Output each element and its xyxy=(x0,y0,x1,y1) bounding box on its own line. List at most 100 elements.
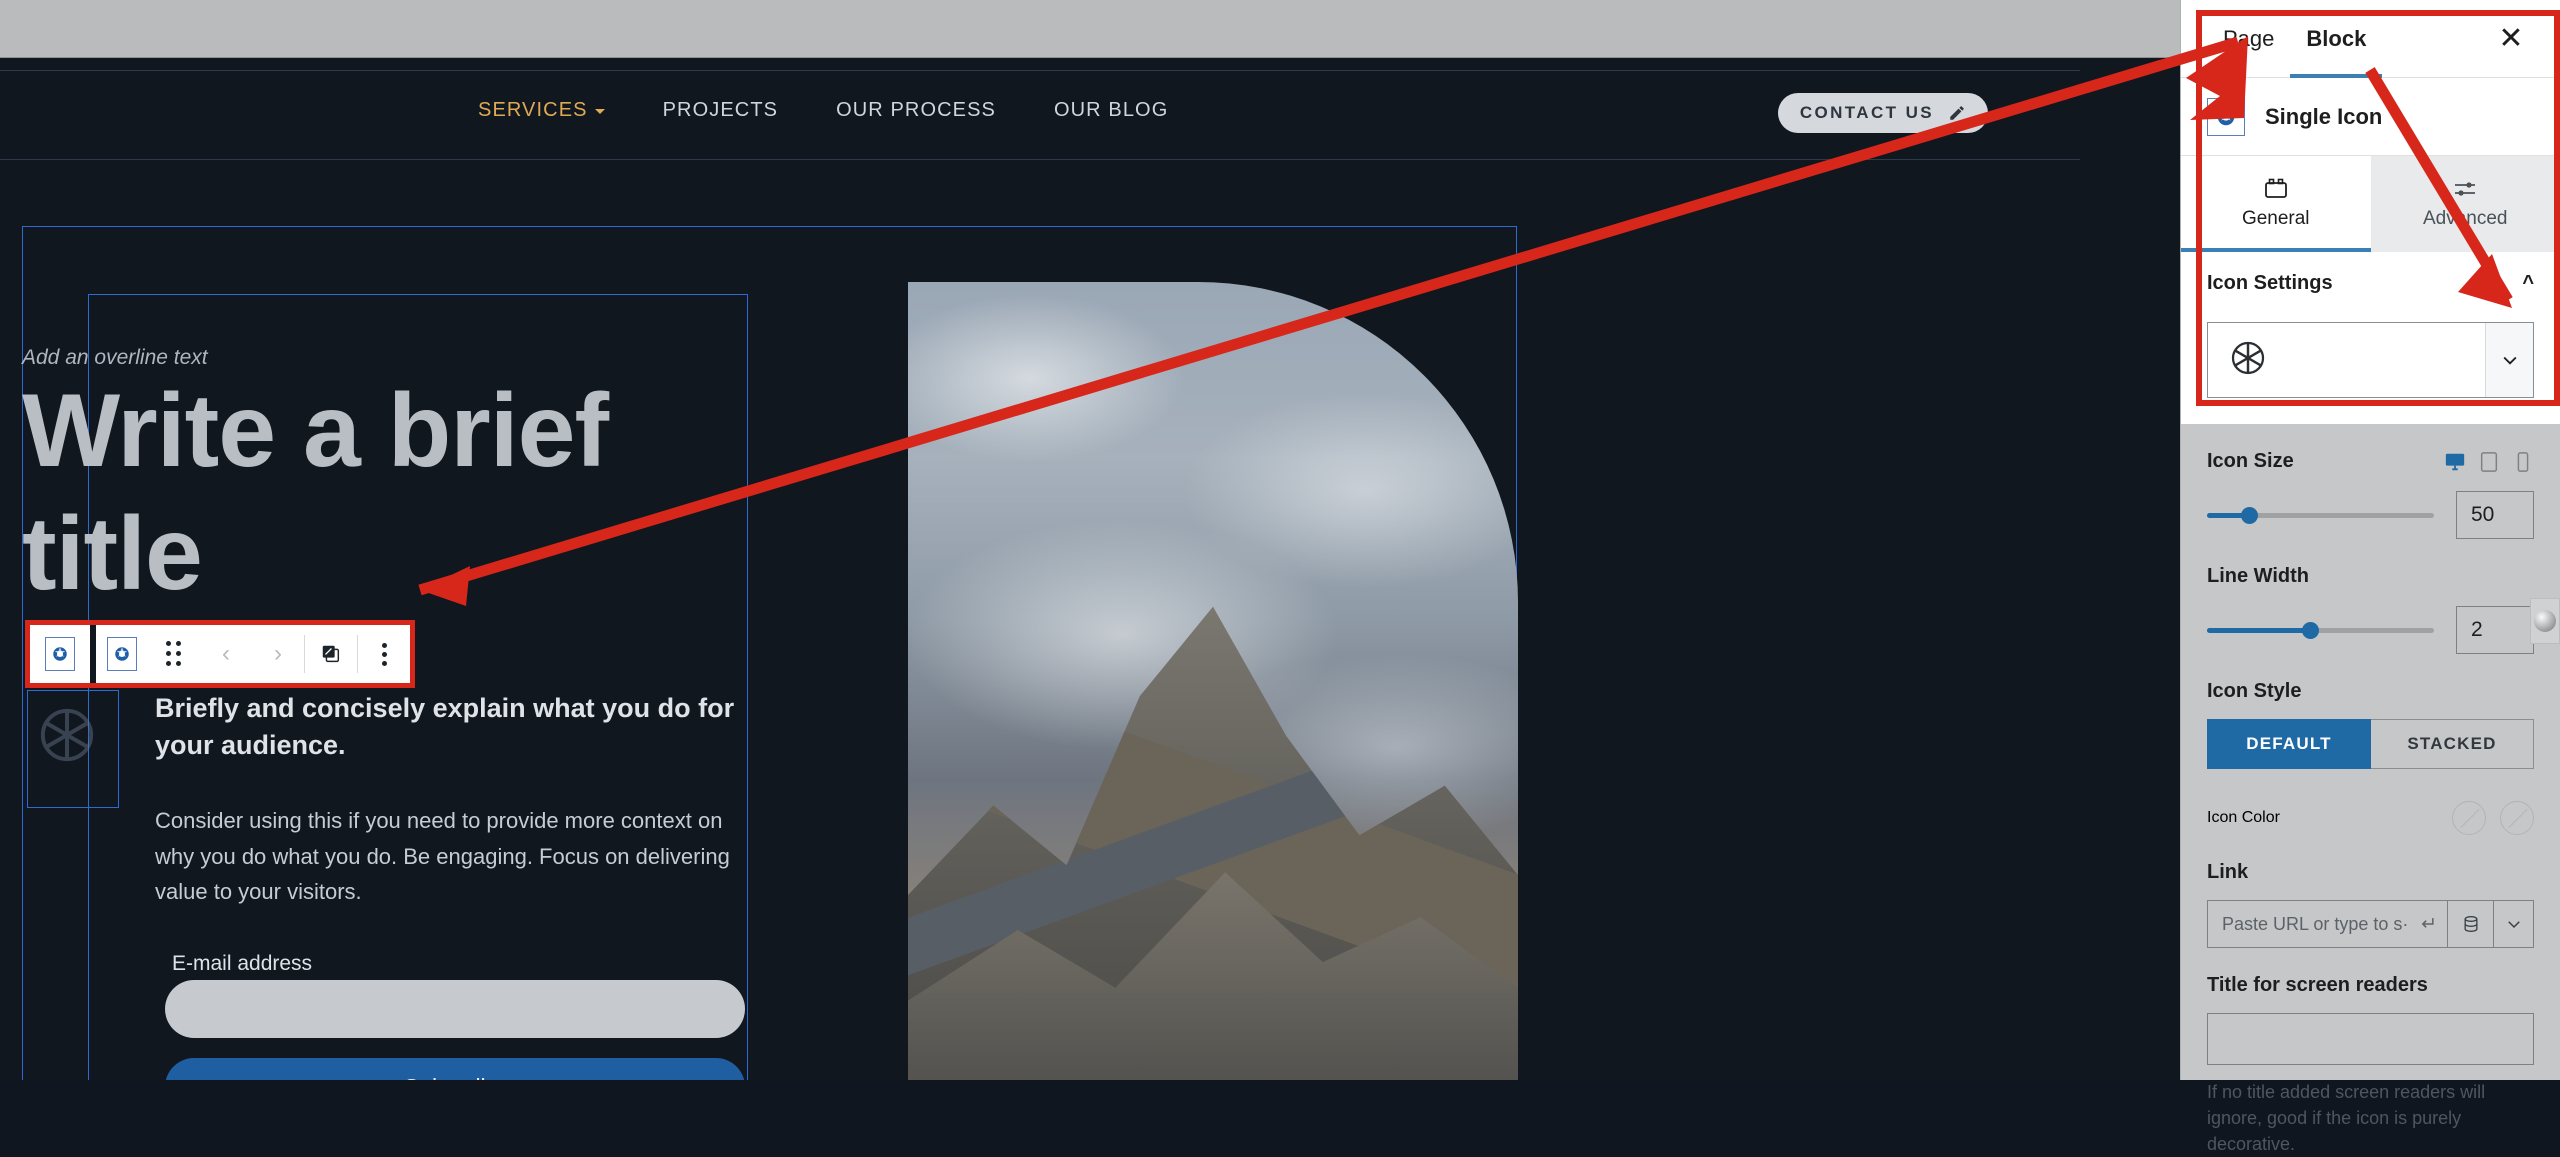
aperture-block-icon xyxy=(113,645,131,663)
hero-lead-text[interactable]: Briefly and concisely explain what you d… xyxy=(155,690,755,765)
block-toolbar[interactable]: ‹ › xyxy=(25,620,415,688)
block-type-button[interactable] xyxy=(45,637,75,671)
line-width-label: Line Width xyxy=(2207,565,2309,588)
slider-thumb[interactable] xyxy=(2241,507,2258,524)
nav-item-our-blog[interactable]: OUR BLOG xyxy=(1054,99,1168,122)
move-left-button[interactable]: ‹ xyxy=(200,625,252,683)
line-width-field: Line Width 2 xyxy=(2207,539,2534,654)
contact-us-button[interactable]: CONTACT US xyxy=(1778,93,1988,133)
nav-item-label: OUR BLOG xyxy=(1054,99,1168,122)
block-toolbar-actions-group[interactable]: ‹ › xyxy=(96,625,410,683)
block-brick-icon xyxy=(2263,178,2289,200)
sidebar-tabs: Page Block ✕ xyxy=(2181,0,2560,78)
hero-overline[interactable]: Add an overline text xyxy=(22,346,208,370)
nav-item-label: OUR PROCESS xyxy=(836,99,996,122)
color-swatch-none-2[interactable] xyxy=(2500,801,2534,835)
icon-size-slider[interactable] xyxy=(2207,504,2434,526)
line-width-label-row: Line Width xyxy=(2207,565,2534,588)
os-title-bar xyxy=(0,0,2560,58)
sidebar-settings-body: Icon Size xyxy=(2181,424,2560,1157)
chevron-down-icon xyxy=(595,109,605,114)
icon-size-slider-row: 50 xyxy=(2207,491,2534,539)
subscribe-button[interactable]: Subscribe xyxy=(165,1058,745,1080)
chevron-right-icon: › xyxy=(274,642,282,666)
icon-size-label-row: Icon Size xyxy=(2207,450,2534,473)
vertical-dots-icon xyxy=(382,643,387,666)
edit-copy-icon xyxy=(320,643,342,665)
edit-block-button[interactable] xyxy=(305,625,357,683)
more-options-button[interactable] xyxy=(358,625,410,683)
icon-size-value[interactable]: 50 xyxy=(2456,491,2534,539)
chevron-down-icon xyxy=(2500,350,2520,370)
slider-fill xyxy=(2207,628,2309,633)
email-field-label: E-mail address xyxy=(172,952,312,976)
block-name-label: Single Icon xyxy=(2265,104,2382,130)
block-toolbar-type-group[interactable] xyxy=(30,625,90,683)
icon-style-label: Icon Style xyxy=(2207,680,2534,703)
block-icon-preview xyxy=(2207,98,2245,136)
panel-tab-label: Advanced xyxy=(2423,208,2508,230)
icon-picker-dropdown-button[interactable] xyxy=(2485,323,2533,397)
icon-size-label: Icon Size xyxy=(2207,450,2294,473)
chevron-up-icon[interactable]: ^ xyxy=(2522,272,2534,295)
screen-reader-title-label: Title for screen readers xyxy=(2207,974,2534,997)
nav-item-projects[interactable]: PROJECTS xyxy=(663,99,778,122)
hero-title[interactable]: Write a brief title xyxy=(22,370,782,615)
drag-handle[interactable] xyxy=(148,625,200,683)
line-width-slider-row: 2 xyxy=(2207,606,2534,654)
panel-tab-advanced[interactable]: Advanced xyxy=(2371,156,2560,252)
screen-reader-title-field: Title for screen readers If no title add… xyxy=(2207,948,2534,1157)
sliders-icon xyxy=(2452,178,2478,200)
aperture-block-icon xyxy=(2215,106,2237,128)
icon-color-label: Icon Color xyxy=(2207,809,2280,827)
move-right-button[interactable]: › xyxy=(252,625,304,683)
tab-block[interactable]: Block xyxy=(2290,0,2382,78)
tab-page[interactable]: Page xyxy=(2207,0,2290,78)
color-swatch-none-1[interactable] xyxy=(2452,801,2486,835)
sidebar-top-white-area: Page Block ✕ Single Icon Gene xyxy=(2181,0,2560,424)
site-header: SERVICES PROJECTS OUR PROCESS OUR BLOG C… xyxy=(0,70,2080,160)
icon-color-field: Icon Color xyxy=(2207,769,2534,835)
line-width-slider[interactable] xyxy=(2207,619,2434,641)
selected-block-row: Single Icon xyxy=(2181,78,2560,156)
icon-picker[interactable] xyxy=(2207,322,2534,398)
link-expand-button[interactable] xyxy=(2494,900,2534,948)
nav-item-label: PROJECTS xyxy=(663,99,778,122)
database-icon xyxy=(2461,914,2481,934)
link-input[interactable]: Paste URL or type to s· xyxy=(2207,900,2448,948)
link-input-row: Paste URL or type to s· xyxy=(2207,900,2534,948)
nav-item-label: SERVICES xyxy=(478,99,588,122)
screen-reader-title-help: If no title added screen readers will ig… xyxy=(2207,1079,2534,1157)
hero-body-text[interactable]: Consider using this if you need to provi… xyxy=(155,803,735,910)
aperture-icon[interactable] xyxy=(38,706,96,764)
block-type-selected-button[interactable] xyxy=(96,625,148,683)
icon-size-field: Icon Size xyxy=(2207,424,2534,539)
nav-item-services[interactable]: SERVICES xyxy=(478,99,605,122)
enter-arrow-icon[interactable] xyxy=(2417,914,2437,934)
pencil-icon xyxy=(1948,104,1966,122)
nav-item-our-process[interactable]: OUR PROCESS xyxy=(836,99,996,122)
icon-style-toggle-group: DEFAULT STACKED xyxy=(2207,719,2534,769)
chevron-left-icon: ‹ xyxy=(222,642,230,666)
editor-canvas: SERVICES PROJECTS OUR PROCESS OUR BLOG C… xyxy=(0,58,2180,1080)
line-width-value[interactable]: 2 xyxy=(2456,606,2534,654)
scroll-knob-circle xyxy=(2534,610,2556,632)
icon-color-row: Icon Color xyxy=(2207,801,2534,835)
icon-style-default-button[interactable]: DEFAULT xyxy=(2207,719,2371,769)
email-input[interactable] xyxy=(165,980,745,1038)
screen-reader-title-input[interactable] xyxy=(2207,1013,2534,1065)
panel-tab-general[interactable]: General xyxy=(2181,156,2371,252)
tablet-icon[interactable] xyxy=(2478,451,2500,473)
icon-settings-section-header[interactable]: Icon Settings ^ xyxy=(2181,252,2560,314)
sidebar-scroll-knob[interactable] xyxy=(2530,598,2560,644)
desktop-icon[interactable] xyxy=(2444,451,2466,473)
icon-style-stacked-button[interactable]: STACKED xyxy=(2371,719,2534,769)
close-icon[interactable]: ✕ xyxy=(2488,16,2534,62)
icon-settings-title: Icon Settings xyxy=(2207,272,2333,295)
icon-color-swatches xyxy=(2452,801,2534,835)
slider-thumb[interactable] xyxy=(2302,622,2319,639)
link-library-button[interactable] xyxy=(2448,900,2494,948)
mobile-icon[interactable] xyxy=(2512,451,2534,473)
site-navigation: SERVICES PROJECTS OUR PROCESS OUR BLOG xyxy=(478,99,1168,122)
hero-image[interactable] xyxy=(908,282,1518,1080)
